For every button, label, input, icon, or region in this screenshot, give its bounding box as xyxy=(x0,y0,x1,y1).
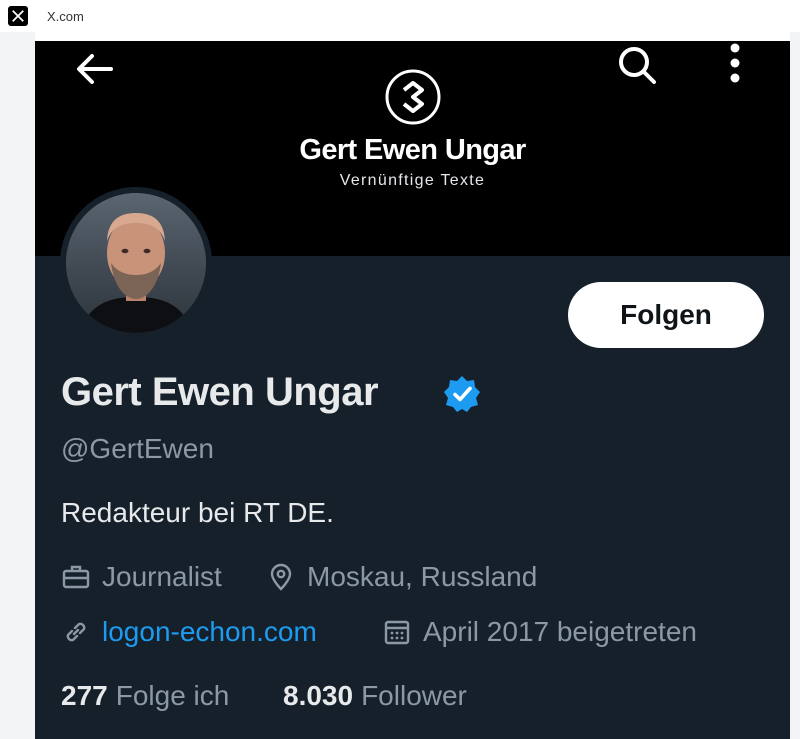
more-vertical-icon xyxy=(730,43,740,83)
verified-badge-icon[interactable] xyxy=(443,375,481,413)
followers-count: 8.030 xyxy=(283,680,354,711)
profile-location: Moskau, Russland xyxy=(266,561,537,593)
page-gutter-right xyxy=(790,32,800,739)
search-icon xyxy=(619,47,656,84)
profile-join-date: April 2017 beigetreten xyxy=(382,616,697,648)
x-logo-icon[interactable] xyxy=(8,6,28,26)
profile-name: Gert Ewen Ungar xyxy=(61,370,379,414)
arrow-left-icon xyxy=(77,54,113,84)
following-count: 277 xyxy=(61,680,108,711)
link-icon xyxy=(66,622,86,642)
website-link[interactable]: logon-echon.com xyxy=(102,616,317,648)
followers-stat[interactable]: 8.030 Follower xyxy=(283,680,467,712)
browser-tab-bar: X.com xyxy=(0,0,800,32)
avatar-photo xyxy=(66,193,206,333)
join-date-text: April 2017 beigetreten xyxy=(423,616,697,647)
page-gutter-left xyxy=(0,32,35,739)
calendar-icon xyxy=(384,620,410,645)
more-button[interactable] xyxy=(720,41,750,85)
back-button[interactable] xyxy=(73,47,117,91)
profile-handle: @GertEwen xyxy=(61,433,214,464)
following-label: Folge ich xyxy=(115,680,230,711)
profile-bio: Redakteur bei RT DE. xyxy=(61,497,334,528)
location-pin-icon xyxy=(270,563,292,591)
profile-page: Gert Ewen Ungar Vernünftige Texte Folgen… xyxy=(35,41,790,739)
profile-profession: Journalist xyxy=(61,561,222,593)
profession-text: Journalist xyxy=(102,561,222,592)
tab-title[interactable]: X.com xyxy=(47,9,84,24)
brand-logo-icon xyxy=(385,69,441,125)
banner-title: Gert Ewen Ungar xyxy=(299,134,526,166)
following-stat[interactable]: 277 Folge ich xyxy=(61,680,229,712)
location-text: Moskau, Russland xyxy=(307,561,538,592)
follow-button[interactable]: Folgen xyxy=(568,282,764,348)
briefcase-icon xyxy=(62,565,90,589)
profile-website[interactable]: logon-echon.com xyxy=(61,616,317,648)
followers-label: Follower xyxy=(361,680,467,711)
search-button[interactable] xyxy=(613,41,661,89)
avatar[interactable] xyxy=(60,187,212,339)
